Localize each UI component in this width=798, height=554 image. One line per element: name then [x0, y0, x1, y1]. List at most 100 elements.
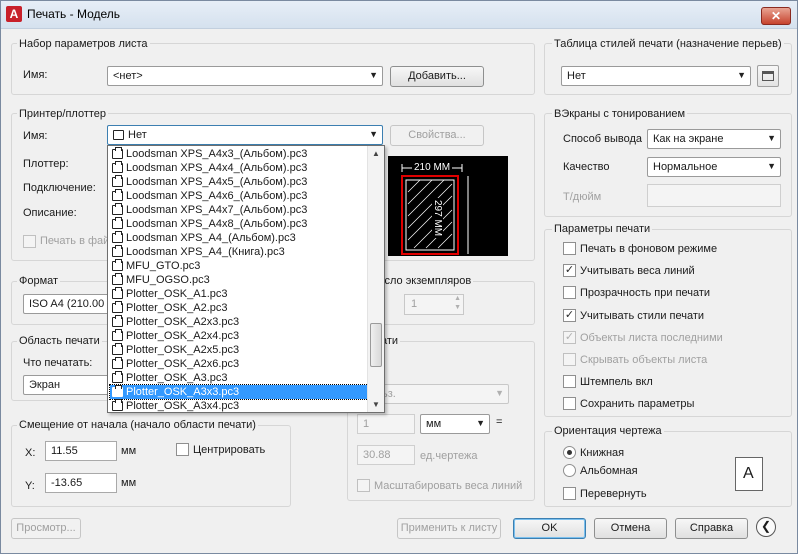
printer-dropdown-item-label: MFU_OGSO.pc3 — [126, 274, 210, 286]
help-button[interactable]: Справка — [675, 518, 748, 539]
printer-dropdown-item[interactable]: Plotter_OSK_A3x4.pc3 — [110, 399, 368, 412]
plot-option-checkbox[interactable]: ✓ — [563, 308, 576, 322]
printer-dropdown-item[interactable]: Plotter_OSK_A1.pc3 — [110, 287, 368, 301]
window-title: Печать - Модель — [27, 7, 121, 21]
spin-down-icon: ▼ — [454, 304, 461, 311]
printer-dropdown-item[interactable]: MFU_OGSO.pc3 — [110, 273, 368, 287]
plot-option-checkbox[interactable] — [563, 375, 576, 389]
offset-y-label: Y: — [25, 480, 35, 492]
apply-to-layout-button[interactable]: Применить к листу — [397, 518, 501, 539]
printer-icon — [112, 315, 123, 327]
printer-dropdown-item[interactable]: Loodsman XPS_A4_(Книга).pc3 — [110, 245, 368, 259]
format-value: ISO A4 (210.00 — [29, 298, 105, 310]
center-plot-checkbox[interactable] — [176, 443, 189, 456]
plot-option-checkbox[interactable] — [563, 397, 576, 411]
printer-dropdown-item-label: MFU_GTO.pc3 — [126, 260, 201, 272]
close-button[interactable]: ✕ — [761, 7, 791, 25]
plot-style-select[interactable]: Нет ▼ — [561, 66, 751, 86]
scale-value2-field[interactable]: 30.88 — [357, 445, 415, 465]
chevron-down-icon: ▼ — [737, 70, 746, 80]
plot-option-label: Скрывать объекты листа — [580, 354, 708, 366]
printer-icon — [112, 385, 123, 397]
cancel-button[interactable]: Отмена — [594, 518, 667, 539]
plot-option-checkbox[interactable] — [563, 353, 576, 366]
plot-option-label: Печать в фоновом режиме — [580, 243, 718, 255]
plot-option-checkbox[interactable] — [563, 242, 576, 255]
ok-button[interactable]: OK — [513, 518, 586, 539]
printer-dropdown-item[interactable]: Plotter_OSK_A2.pc3 — [110, 301, 368, 315]
print-to-file-checkbox[interactable] — [23, 235, 36, 248]
dpi-field[interactable] — [647, 184, 781, 207]
page-setup-title: Набор параметров листа — [17, 38, 150, 50]
printer-dropdown-item-label: Loodsman XPS_A4x4_(Альбом).pc3 — [126, 162, 308, 174]
printer-dropdown-item[interactable]: Loodsman XPS_A4x4_(Альбом).pc3 — [110, 161, 368, 175]
chevron-down-icon: ▼ — [767, 133, 776, 143]
plot-option-checkbox[interactable]: ✓ — [563, 330, 576, 344]
quality-select[interactable]: Нормальное ▼ — [647, 157, 781, 177]
scale-unit-select[interactable]: мм ▼ — [420, 414, 490, 434]
scale-value1-field[interactable]: 1 — [357, 414, 415, 434]
printer-icon — [112, 175, 123, 187]
add-page-setup-button[interactable]: Добавить... — [390, 66, 484, 87]
scale-unit-value: мм — [426, 418, 442, 430]
printer-dropdown-item[interactable]: Loodsman XPS_A4_(Альбом).pc3 — [110, 231, 368, 245]
printer-properties-button[interactable]: Свойства... — [390, 125, 484, 146]
orientation-title: Ориентация чертежа — [552, 425, 664, 437]
plot-option-label: Объекты листа последними — [580, 331, 723, 344]
center-plot-label: Центрировать — [193, 444, 266, 456]
dpi-label: Т/дюйм — [563, 191, 602, 203]
preview-button[interactable]: Просмотр... — [11, 518, 81, 539]
printer-dropdown-item-label: Plotter_OSK_A3.pc3 — [126, 372, 228, 384]
printer-dropdown-item[interactable]: Loodsman XPS_A4x5_(Альбом).pc3 — [110, 175, 368, 189]
autocad-logo-icon: A — [6, 6, 22, 22]
printer-dropdown-item-label: Plotter_OSK_A2x3.pc3 — [126, 316, 240, 328]
printer-dropdown-item-label: Plotter_OSK_A2x4.pc3 — [126, 330, 240, 342]
upside-down-checkbox[interactable] — [563, 487, 576, 500]
printer-dropdown-item[interactable]: Loodsman XPS_A4x3_(Альбом).pc3 — [110, 147, 368, 161]
scroll-down-icon[interactable]: ▼ — [372, 400, 380, 409]
printer-icon — [112, 329, 123, 341]
printer-dropdown-item-label: Plotter_OSK_A2x5.pc3 — [126, 344, 240, 356]
landscape-radio[interactable] — [563, 464, 576, 477]
plot-option-checkbox[interactable] — [563, 286, 576, 300]
orientation-page-icon: A — [735, 457, 763, 491]
edit-plot-style-button[interactable] — [757, 65, 779, 87]
scroll-up-icon[interactable]: ▲ — [372, 149, 380, 158]
printer-dropdown-item[interactable]: Plotter_OSK_A2x3.pc3 — [110, 315, 368, 329]
scrollbar-thumb[interactable] — [370, 323, 382, 367]
quality-value: Нормальное — [653, 161, 718, 173]
printer-dropdown-item-label: Plotter_OSK_A3x3.pc3 — [126, 386, 240, 398]
printer-dropdown-item[interactable]: Loodsman XPS_A4x6_(Альбом).pc3 — [110, 189, 368, 203]
printer-dropdown-item[interactable]: Loodsman XPS_A4x7_(Альбом).pc3 — [110, 203, 368, 217]
offset-x-field[interactable]: 11.55 — [45, 441, 117, 461]
shade-output-select[interactable]: Как на экране ▼ — [647, 129, 781, 149]
copies-stepper[interactable]: 1 ▲ ▼ — [404, 294, 464, 315]
printer-dropdown-item-label: Loodsman XPS_A4x7_(Альбом).pc3 — [126, 204, 308, 216]
printer-icon — [112, 217, 123, 229]
printer-dropdown-item[interactable]: Plotter_OSK_A2x6.pc3 — [110, 357, 368, 371]
table-edit-icon — [762, 71, 774, 81]
page-setup-name-select[interactable]: <нет> ▼ — [107, 66, 383, 86]
offset-y-field[interactable]: -13.65 — [45, 473, 117, 493]
paper-height-label: 297 ММ — [432, 198, 443, 239]
portrait-radio[interactable] — [563, 446, 576, 459]
plot-option-checkbox[interactable]: ✓ — [563, 264, 576, 278]
dropdown-scrollbar[interactable]: ▲ ▼ — [367, 146, 384, 412]
printer-dropdown-item[interactable]: Plotter_OSK_A3.pc3 — [110, 371, 368, 385]
printer-dropdown-item[interactable]: Plotter_OSK_A3x3.pc3 — [109, 384, 369, 400]
printer-dropdown-item[interactable]: Plotter_OSK_A2x5.pc3 — [110, 343, 368, 357]
printer-name-select[interactable]: Нет ▼ — [107, 125, 383, 145]
printer-dropdown-item[interactable]: Loodsman XPS_A4x8_(Альбом).pc3 — [110, 217, 368, 231]
printer-dropdown-item-label: Loodsman XPS_A4x3_(Альбом).pc3 — [126, 148, 308, 160]
printer-dropdown-item-label: Plotter_OSK_A1.pc3 — [126, 288, 228, 300]
collapse-options-button[interactable]: ❮ — [756, 517, 776, 537]
printer-dropdown-item-label: Loodsman XPS_A4x8_(Альбом).pc3 — [126, 218, 308, 230]
print-area-title: Область печати — [17, 335, 102, 347]
scale-lineweights-checkbox[interactable] — [357, 479, 370, 492]
printer-name-label: Имя: — [23, 130, 48, 142]
printer-dropdown-list: Loodsman XPS_A4x3_(Альбом).pc3 Loodsman X… — [107, 145, 385, 413]
printer-dropdown-item[interactable]: MFU_GTO.pc3 — [110, 259, 368, 273]
offset-y-unit: мм — [121, 477, 137, 489]
printer-dropdown-item[interactable]: Plotter_OSK_A2x4.pc3 — [110, 329, 368, 343]
printer-dropdown-item-label: Loodsman XPS_A4x6_(Альбом).pc3 — [126, 190, 308, 202]
